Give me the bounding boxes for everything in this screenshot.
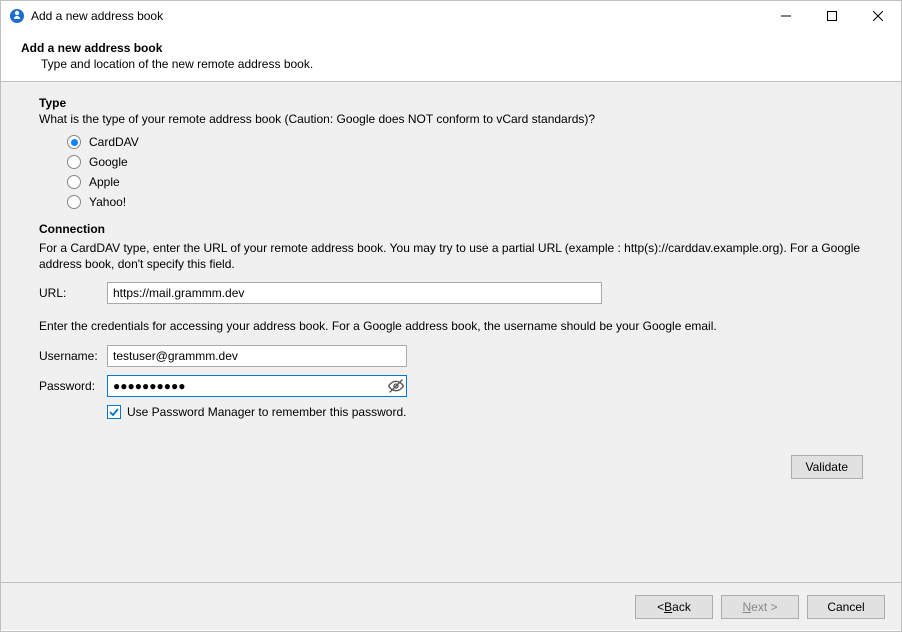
radio-label: Yahoo!: [89, 195, 126, 209]
connection-section-desc: For a CardDAV type, enter the URL of you…: [39, 240, 863, 272]
password-row: Password:: [39, 375, 863, 397]
url-input[interactable]: [107, 282, 602, 304]
radio-icon: [67, 195, 81, 209]
title-bar: Add a new address book: [1, 1, 901, 31]
radio-icon: [67, 155, 81, 169]
radio-icon: [67, 135, 81, 149]
app-icon: [9, 8, 25, 24]
connection-section-title: Connection: [39, 222, 863, 236]
url-row: URL:: [39, 282, 863, 304]
credentials-intro: Enter the credentials for accessing your…: [39, 318, 863, 334]
wizard-header: Add a new address book Type and location…: [1, 31, 901, 82]
url-label: URL:: [39, 286, 107, 300]
window-title: Add a new address book: [31, 9, 163, 23]
radio-icon: [67, 175, 81, 189]
next-button: Next >: [721, 595, 799, 619]
radio-label: Apple: [89, 175, 120, 189]
remember-password-row[interactable]: Use Password Manager to remember this pa…: [107, 405, 863, 419]
username-input[interactable]: [107, 345, 407, 367]
radio-option-yahoo[interactable]: Yahoo!: [39, 192, 863, 212]
radio-option-apple[interactable]: Apple: [39, 172, 863, 192]
username-row: Username:: [39, 345, 863, 367]
wizard-subtitle: Type and location of the new remote addr…: [21, 57, 881, 71]
username-label: Username:: [39, 349, 107, 363]
validate-button[interactable]: Validate: [791, 455, 863, 479]
back-button[interactable]: < Back: [635, 595, 713, 619]
eye-off-icon[interactable]: [387, 377, 405, 395]
wizard-body: Type What is the type of your remote add…: [1, 82, 901, 582]
password-label: Password:: [39, 379, 107, 393]
minimize-button[interactable]: [763, 1, 809, 31]
close-button[interactable]: [855, 1, 901, 31]
type-section-desc: What is the type of your remote address …: [39, 112, 863, 126]
checkbox-icon: [107, 405, 121, 419]
radio-label: Google: [89, 155, 128, 169]
remember-password-label: Use Password Manager to remember this pa…: [127, 405, 406, 419]
cancel-button[interactable]: Cancel: [807, 595, 885, 619]
type-section-title: Type: [39, 96, 863, 110]
wizard-footer: < Back Next > Cancel: [1, 582, 901, 630]
password-input[interactable]: [107, 375, 407, 397]
radio-label: CardDAV: [89, 135, 139, 149]
radio-option-carddav[interactable]: CardDAV: [39, 132, 863, 152]
wizard-title: Add a new address book: [21, 41, 881, 55]
radio-option-google[interactable]: Google: [39, 152, 863, 172]
maximize-button[interactable]: [809, 1, 855, 31]
